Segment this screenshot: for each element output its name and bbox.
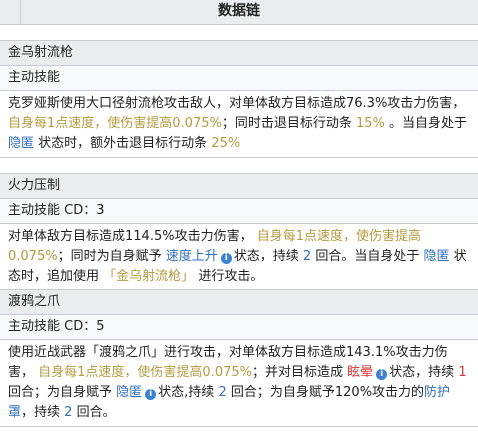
skill-description: 对单体敌方目标造成114.5%攻击力伤害， 自身每1点速度，使伤害提高0.075… [0, 224, 478, 291]
skill-block-3: 渡鸦之爪 主动技能 CD：5 使用近战武器「渡鸦之爪」进行攻击，对单体敌方目标造… [0, 289, 478, 427]
stealth-status-link[interactable]: 隐匿 [116, 385, 142, 400]
desc-text: 状态，持续 [389, 365, 455, 380]
skill-type: 主动技能 CD：3 [0, 199, 478, 224]
duration-value: 2 [218, 385, 227, 400]
duration-value: 2 [302, 249, 312, 264]
desc-text: 。当自身处于 [389, 116, 468, 131]
skill-block-2: 火力压制 主动技能 CD：3 对单体敌方目标造成114.5%攻击力伤害， 自身每… [0, 173, 478, 291]
desc-text: 状态，持续 [233, 249, 299, 264]
knockback-value: 15% [356, 116, 385, 131]
stun-status-link[interactable]: 眩晕 [347, 365, 373, 380]
skill-type: 主动技能 CD：5 [0, 315, 478, 340]
speed-bonus-text: 自身每1点速度，使伤害提高0.075% [8, 116, 222, 131]
skill-reference-link[interactable]: 「金乌射流枪」 [103, 269, 194, 284]
info-icon[interactable]: i [376, 369, 388, 380]
desc-text: 克罗娅斯使用大口径射流枪攻击敌人，对单体敌方目标造成76.3%攻击力伤害， [8, 96, 466, 111]
desc-text: 回合；为自身赋予120%攻击力的 [230, 385, 425, 400]
desc-text: ；同时击退目标行动条 [221, 116, 352, 131]
skill-block-1: 金乌射流枪 主动技能 克罗娅斯使用大口径射流枪攻击敌人，对单体敌方目标造成76.… [0, 40, 478, 158]
skill-type: 主动技能 [0, 66, 478, 91]
desc-text: 回合。当自身处于 [315, 249, 420, 264]
speed-up-status-link[interactable]: 速度上升 [166, 249, 218, 264]
duration-value: 1 [458, 365, 467, 380]
extra-knockback-value: 25% [211, 136, 241, 151]
desc-text: 进行攻击。 [198, 269, 264, 284]
stealth-status-link[interactable]: 隐匿 [423, 249, 449, 264]
stealth-status-link[interactable]: 隐匿 [8, 136, 34, 151]
desc-text: 回合；为自身赋予 [8, 385, 113, 400]
header-left-cell [0, 0, 21, 24]
table-header: 数据链 [0, 0, 478, 25]
skill-description: 使用近战武器「渡鸦之爪」进行攻击，对单体敌方目标造成143.1%攻击力伤害， 自… [0, 340, 478, 427]
duration-value: 2 [64, 405, 73, 420]
desc-text: ；并对目标造成 [252, 365, 344, 380]
desc-text: ，持续 [21, 405, 61, 420]
desc-text: ；同时为自身赋予 [57, 249, 162, 264]
desc-text: 状态时，额外击退目标行动条 [38, 136, 208, 151]
desc-text: 对单体敌方目标造成114.5%攻击力伤害， [8, 229, 253, 244]
skill-name: 火力压制 [0, 174, 478, 199]
desc-text: 回合。 [76, 405, 116, 420]
skill-description: 克罗娅斯使用大口径射流枪攻击敌人，对单体敌方目标造成76.3%攻击力伤害， 自身… [0, 91, 478, 158]
info-icon[interactable]: i [145, 389, 157, 400]
speed-bonus-text: 自身每1点速度，使伤害提高0.075% [38, 365, 252, 380]
table-title: 数据链 [218, 3, 260, 19]
info-icon[interactable]: i [220, 253, 232, 264]
desc-text: 状态,持续 [158, 385, 215, 400]
skill-name: 金乌射流枪 [0, 41, 478, 66]
skill-name: 渡鸦之爪 [0, 290, 478, 315]
